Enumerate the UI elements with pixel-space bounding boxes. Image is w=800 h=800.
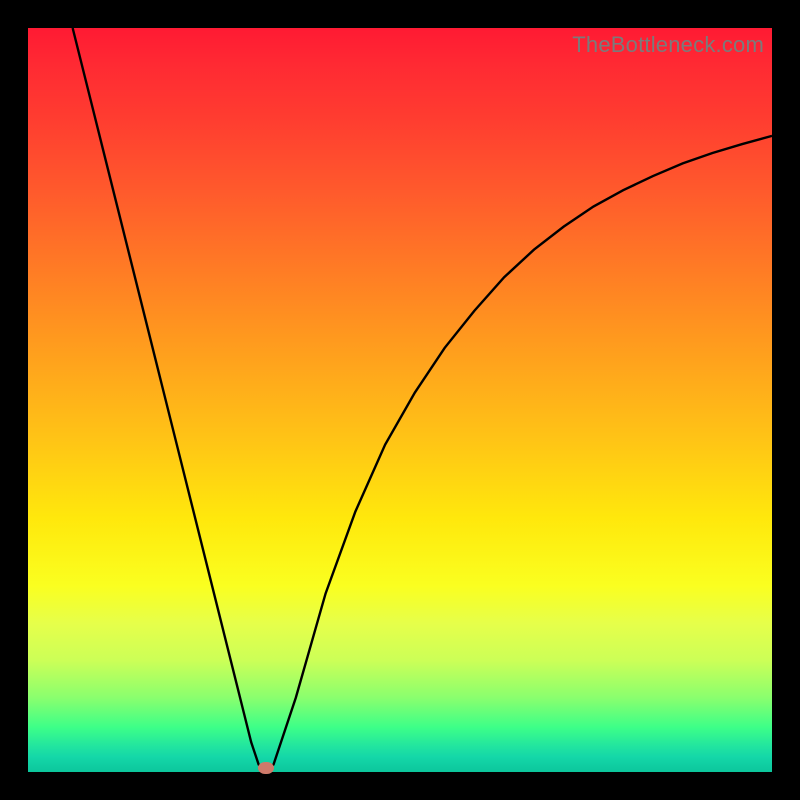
plot-area: TheBottleneck.com xyxy=(28,28,772,772)
chart-frame: TheBottleneck.com xyxy=(0,0,800,800)
minimum-marker-icon xyxy=(258,762,274,774)
curve-path xyxy=(73,28,772,771)
bottleneck-curve xyxy=(28,28,772,772)
